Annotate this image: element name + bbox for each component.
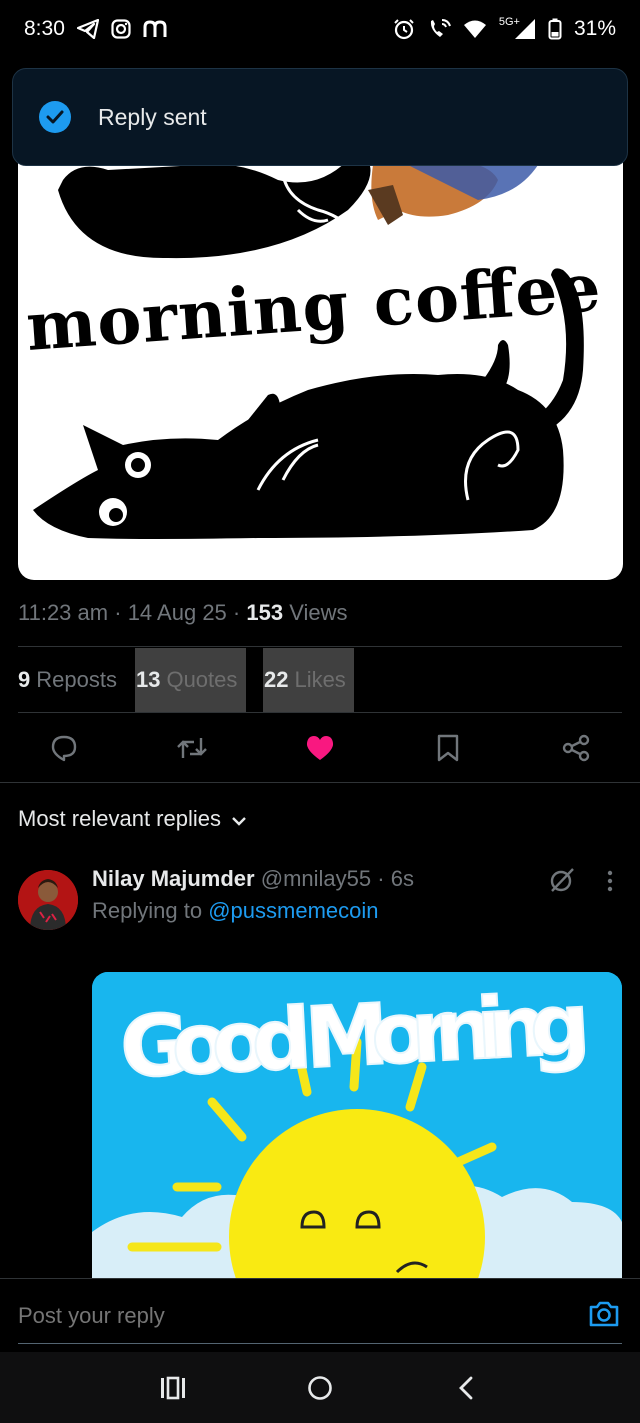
check-circle-icon bbox=[39, 101, 71, 133]
reposts-label: Reposts bbox=[36, 667, 117, 692]
reply-icon[interactable] bbox=[48, 732, 80, 764]
share-icon[interactable] bbox=[560, 732, 592, 764]
views-count: 153 bbox=[246, 600, 284, 625]
divider bbox=[0, 782, 640, 783]
signal-icon: 5G+ bbox=[499, 16, 536, 40]
divider bbox=[18, 712, 622, 713]
more-options-icon[interactable] bbox=[600, 868, 620, 899]
clock: 8:30 bbox=[24, 17, 65, 40]
reposts-count: 9 bbox=[18, 667, 31, 692]
replying-to-mention[interactable]: @pussmemecoin bbox=[208, 898, 378, 923]
composer-underline bbox=[18, 1343, 622, 1344]
repost-icon[interactable] bbox=[176, 732, 208, 764]
back-icon[interactable] bbox=[446, 1372, 486, 1404]
instagram-icon bbox=[111, 19, 131, 39]
post-time: 11:23 am bbox=[18, 600, 109, 625]
replies-sort-dropdown[interactable]: Most relevant replies bbox=[18, 806, 247, 832]
replies-sort-label: Most relevant replies bbox=[18, 806, 221, 831]
grok-icon[interactable] bbox=[548, 866, 576, 899]
recent-apps-icon[interactable] bbox=[153, 1372, 193, 1404]
post-action-bar bbox=[0, 716, 640, 782]
post-stats: 9 Reposts 13 Quotes 22 Likes bbox=[18, 648, 354, 712]
quotes-stat[interactable]: 13 Quotes bbox=[134, 648, 246, 712]
toast-message: Reply sent bbox=[98, 103, 207, 130]
likes-label: Likes bbox=[294, 667, 346, 692]
home-icon[interactable] bbox=[300, 1372, 340, 1404]
reply-author-handle[interactable]: @mnilay55 bbox=[261, 866, 371, 891]
wifi-calling-icon bbox=[427, 18, 451, 40]
views-label: Views bbox=[289, 600, 348, 625]
quotes-label: Quotes bbox=[166, 667, 238, 692]
chevron-down-icon bbox=[231, 806, 247, 832]
battery-percent: 31% bbox=[573, 17, 616, 40]
status-bar: 8:30 5G+ 31% bbox=[0, 0, 640, 58]
post-image-caption: morning coffee bbox=[24, 248, 603, 366]
camera-icon[interactable] bbox=[588, 1299, 620, 1334]
post-image[interactable]: morning coffee bbox=[18, 120, 623, 580]
telegram-icon bbox=[76, 19, 99, 39]
reply-input[interactable] bbox=[18, 1303, 558, 1329]
like-icon[interactable] bbox=[304, 732, 336, 764]
replying-to-prefix: Replying to bbox=[92, 898, 203, 923]
wifi-icon bbox=[463, 19, 487, 39]
post-meta: 11:23 am · 14 Aug 25 · 153 Views bbox=[18, 600, 348, 625]
reply-composer bbox=[0, 1278, 640, 1352]
likes-count: 22 bbox=[263, 667, 289, 692]
avatar[interactable] bbox=[18, 870, 78, 930]
post-date: 14 Aug 25 bbox=[127, 600, 227, 625]
reply-image[interactable]: Good Morning bbox=[92, 972, 622, 1292]
battery-icon bbox=[548, 18, 562, 40]
reply-time: 6s bbox=[390, 866, 414, 891]
bookmark-icon[interactable] bbox=[432, 732, 464, 764]
replying-to: Replying to @pussmemecoin bbox=[92, 898, 379, 924]
reply-sent-toast: Reply sent bbox=[12, 68, 628, 166]
likes-stat[interactable]: 22 Likes bbox=[262, 648, 354, 712]
alarm-icon bbox=[393, 18, 415, 40]
divider bbox=[18, 646, 622, 647]
reply-author-name[interactable]: Nilay Majumder bbox=[92, 866, 255, 891]
reply-header: Nilay Majumder @mnilay55 · 6s bbox=[92, 866, 414, 891]
m-app-icon bbox=[143, 20, 167, 38]
reposts-stat[interactable]: 9 Reposts bbox=[18, 648, 117, 712]
quotes-count: 13 bbox=[135, 667, 161, 692]
system-nav-bar bbox=[0, 1352, 640, 1423]
